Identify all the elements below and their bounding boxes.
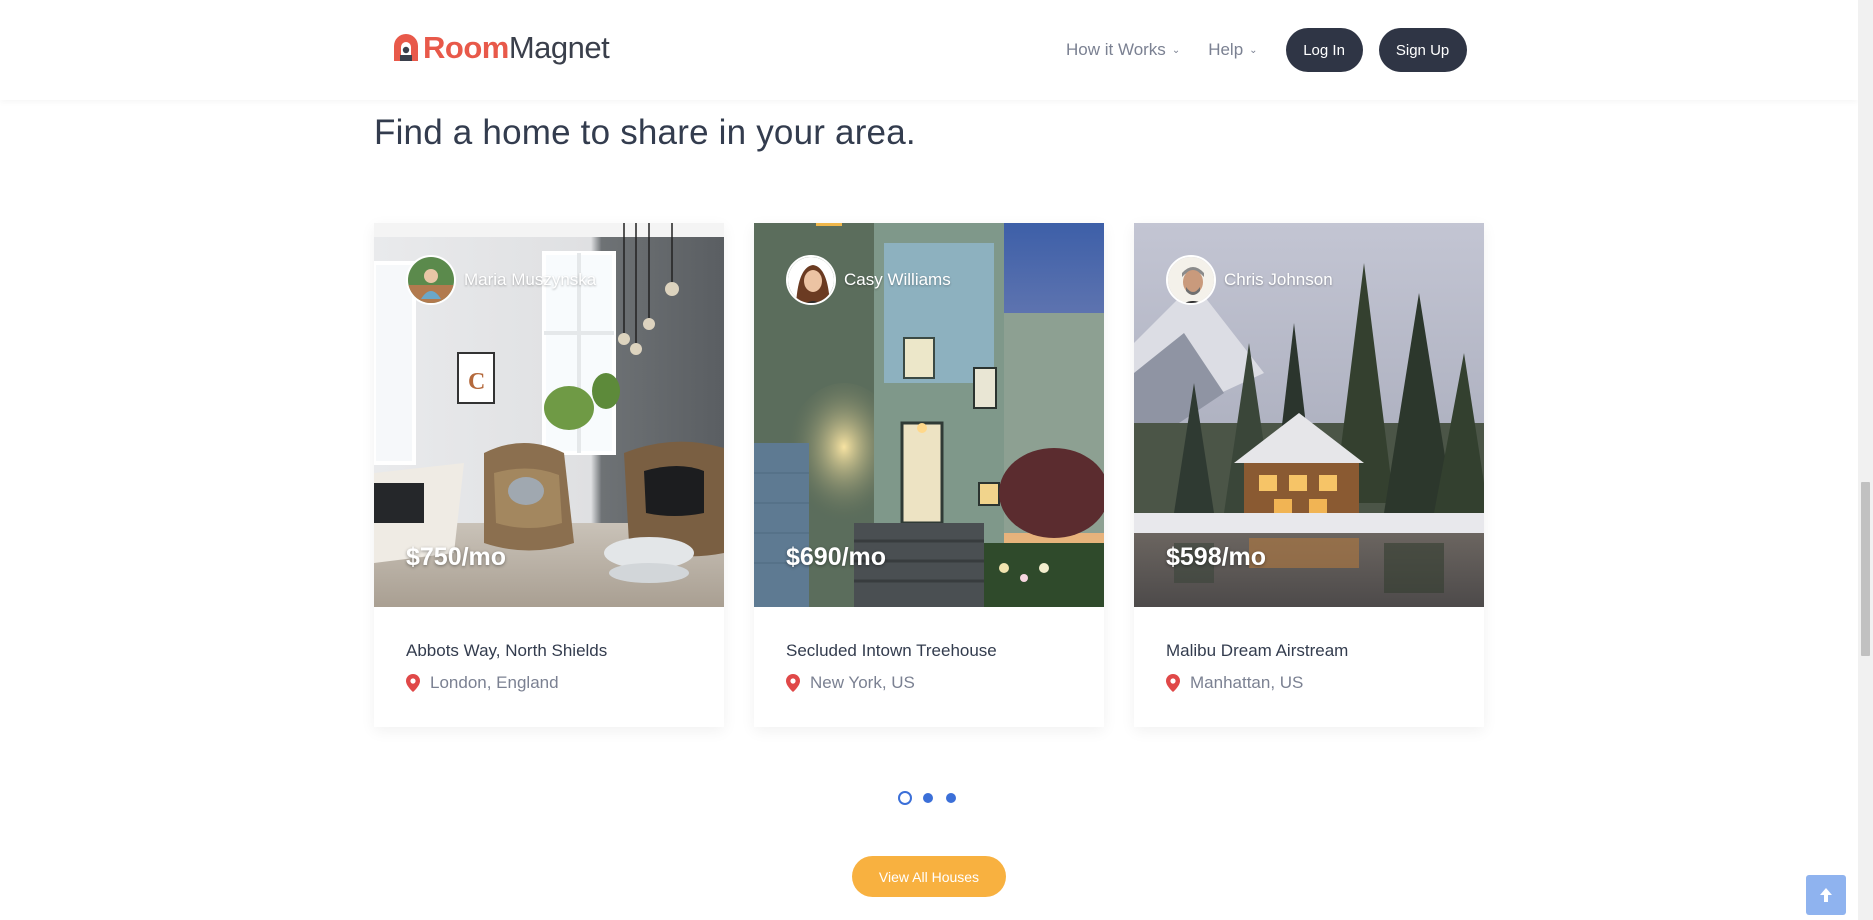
owner-name: Casy Williams: [844, 270, 951, 289]
listing-price: $690/mo: [786, 543, 887, 571]
carousel-pager: [898, 791, 969, 805]
login-button[interactable]: Log In: [1285, 28, 1363, 72]
avatar-image: [1168, 257, 1214, 303]
scroll-to-top-button[interactable]: [1806, 875, 1846, 915]
magnet-logo-icon: [394, 34, 418, 61]
listing-location: London, England: [406, 673, 692, 693]
listing-details: Malibu Dream Airstream Manhattan, US: [1134, 607, 1484, 693]
listing-location-label: Manhattan, US: [1190, 673, 1304, 692]
listing-owner[interactable]: Casy Williams: [786, 255, 951, 305]
listing-location-label: New York, US: [810, 673, 915, 692]
pager-dot-3[interactable]: [946, 793, 956, 803]
avatar-image: [788, 257, 834, 303]
page-scrollbar[interactable]: [1858, 0, 1873, 920]
listing-location: New York, US: [786, 673, 1072, 693]
avatar: [786, 255, 836, 305]
listing-title[interactable]: Malibu Dream Airstream: [1166, 641, 1452, 661]
section-title: Find a home to share in your area.: [374, 113, 916, 152]
view-all-houses-button[interactable]: View All Houses: [852, 856, 1006, 897]
main-nav: How it Works ⌄ Help ⌄ Log In Sign Up: [1066, 28, 1467, 72]
nav-help-label: Help: [1208, 40, 1244, 59]
nav-help[interactable]: Help ⌄: [1208, 40, 1257, 60]
pager-dot-1[interactable]: [898, 791, 912, 805]
map-pin-icon: [1166, 674, 1180, 692]
listing-location: Manhattan, US: [1166, 673, 1452, 693]
logo-text-room: Room: [423, 30, 509, 65]
listing-details: Secluded Intown Treehouse New York, US: [754, 607, 1104, 693]
listing-card[interactable]: C Maria Muszynska $750/mo Abbots Way, No…: [374, 223, 724, 727]
nav-how-it-works[interactable]: How it Works ⌄: [1066, 40, 1180, 60]
listing-card[interactable]: Casy Williams $690/mo Secluded Intown Tr…: [754, 223, 1104, 727]
listing-carousel: C Maria Muszynska $750/mo Abbots Way, No…: [374, 223, 1484, 727]
chevron-down-icon: ⌄: [1249, 44, 1258, 56]
pager-dot-2[interactable]: [923, 793, 933, 803]
avatar: [1166, 255, 1216, 305]
site-header: Room Magnet How it Works ⌄ Help ⌄ Log In …: [0, 0, 1858, 100]
logo-text-magnet: Magnet: [508, 30, 610, 65]
scrollbar-thumb[interactable]: [1861, 482, 1870, 656]
listing-photo[interactable]: Casy Williams $690/mo: [754, 223, 1104, 607]
arrow-up-icon: [1820, 888, 1832, 902]
map-pin-icon: [786, 674, 800, 692]
listing-details: Abbots Way, North Shields London, Englan…: [374, 607, 724, 693]
signup-button[interactable]: Sign Up: [1378, 28, 1467, 72]
listing-price: $598/mo: [1166, 543, 1267, 571]
avatar: [406, 255, 456, 305]
listing-owner[interactable]: Maria Muszynska: [406, 255, 596, 305]
listing-price: $750/mo: [406, 543, 507, 571]
owner-name: Maria Muszynska: [464, 270, 597, 289]
map-pin-icon: [406, 674, 420, 692]
chevron-down-icon: ⌄: [1171, 44, 1181, 56]
page: Room Magnet How it Works ⌄ Help ⌄ Log In …: [0, 0, 1873, 920]
listing-owner[interactable]: Chris Johnson: [1166, 255, 1333, 305]
listing-photo[interactable]: Chris Johnson $598/mo: [1134, 223, 1484, 607]
avatar-image: [408, 257, 454, 303]
listing-title[interactable]: Abbots Way, North Shields: [406, 641, 692, 661]
listing-location-label: London, England: [430, 673, 559, 692]
logo[interactable]: Room Magnet: [391, 28, 610, 68]
owner-name: Chris Johnson: [1224, 270, 1333, 289]
listing-photo[interactable]: C Maria Muszynska $750/mo: [374, 223, 724, 607]
listing-card[interactable]: Chris Johnson $598/mo Malibu Dream Airst…: [1134, 223, 1484, 727]
nav-how-it-works-label: How it Works: [1066, 40, 1166, 59]
listing-title[interactable]: Secluded Intown Treehouse: [786, 641, 1072, 661]
svg-text:C: C: [468, 369, 485, 395]
